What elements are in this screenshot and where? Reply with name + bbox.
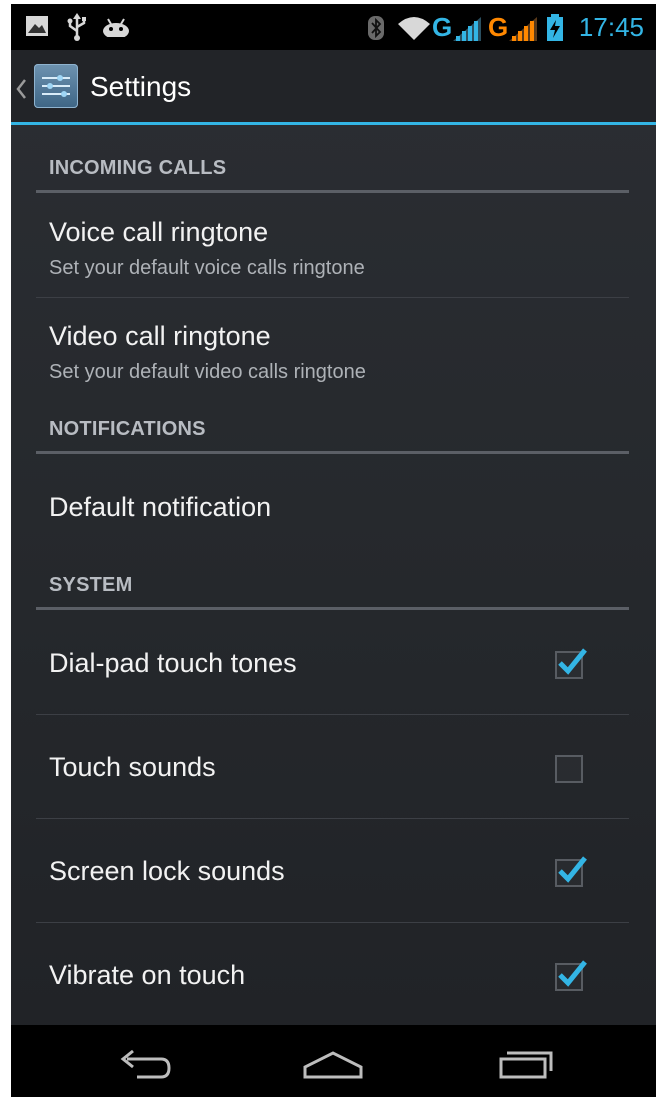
list-item-touch-sounds[interactable]: Touch sounds [11, 715, 656, 818]
action-bar-divider [11, 122, 656, 125]
item-summary: Set your default video calls ringtone [49, 361, 366, 383]
status-time: 17:45 [578, 12, 644, 42]
network-type-1: G [432, 12, 453, 42]
settings-sliders-icon[interactable] [34, 64, 78, 108]
section-header-notifications: NOTIFICATIONS [49, 418, 206, 440]
android-debug-icon [102, 17, 130, 42]
back-icon[interactable] [99, 1039, 179, 1085]
item-title: Dial-pad touch tones [49, 648, 297, 678]
status-bar: G G 17:45 [11, 4, 656, 50]
battery-charging-icon [546, 14, 564, 47]
gallery-notification-icon [25, 15, 49, 42]
list-item-video-call-ringtone[interactable]: Video call ringtone Set your default vid… [11, 298, 656, 402]
usb-icon [67, 13, 87, 46]
recent-apps-icon[interactable] [487, 1039, 567, 1085]
checkbox-checked[interactable] [555, 856, 587, 887]
item-title: Default notification [49, 492, 272, 522]
item-title: Voice call ringtone [49, 217, 269, 247]
list-item-dial-pad-touch-tones[interactable]: Dial-pad touch tones [11, 611, 656, 714]
list-item-screen-lock-sounds[interactable]: Screen lock sounds [11, 819, 656, 922]
item-title: Screen lock sounds [49, 856, 285, 886]
bluetooth-icon [368, 16, 384, 45]
checkbox-checked[interactable] [555, 960, 587, 991]
item-summary: Set your default voice calls ringtone [49, 257, 365, 279]
signal-icon [453, 17, 481, 46]
signal-icon [509, 17, 537, 46]
checkbox-checked[interactable] [555, 648, 587, 679]
wifi-icon [397, 16, 431, 45]
section-divider [36, 451, 629, 454]
action-bar[interactable]: Settings [11, 50, 656, 122]
navigation-bar [11, 1025, 656, 1097]
section-header-incoming-calls: INCOMING CALLS [49, 157, 227, 179]
up-caret-icon[interactable] [15, 78, 27, 105]
item-title: Video call ringtone [49, 321, 271, 351]
list-item-default-notification[interactable]: Default notification [11, 455, 656, 559]
phone-screen: G G 17:45 Settings INCOMING CALLS Voice … [11, 4, 656, 1097]
list-item-voice-call-ringtone[interactable]: Voice call ringtone Set your default voi… [11, 194, 656, 298]
item-title: Touch sounds [49, 752, 216, 782]
list-item-vibrate-on-touch[interactable]: Vibrate on touch [11, 923, 656, 1025]
network-type-2: G [488, 12, 509, 42]
home-icon[interactable] [293, 1039, 373, 1085]
section-divider [36, 607, 629, 610]
section-header-system: SYSTEM [49, 574, 133, 596]
page-title: Settings [90, 71, 192, 102]
item-title: Vibrate on touch [49, 960, 246, 990]
section-divider [36, 190, 629, 193]
checkbox-unchecked[interactable] [555, 755, 583, 783]
